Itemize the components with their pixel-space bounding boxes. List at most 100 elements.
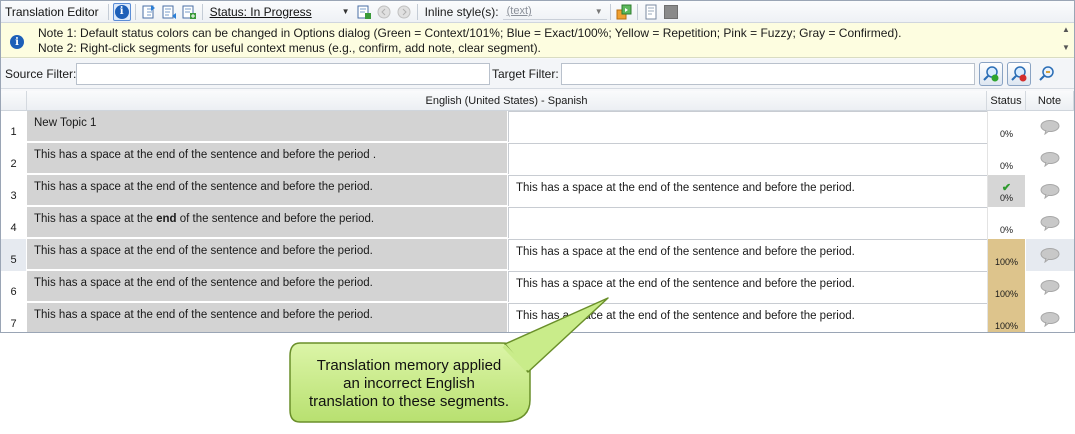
preview-icon bbox=[645, 4, 657, 19]
note-button[interactable] bbox=[1026, 271, 1074, 303]
callout-text: Translation memory applied an incorrect … bbox=[292, 346, 526, 422]
export-button[interactable] bbox=[140, 3, 158, 21]
checkmark-icon: ✔ bbox=[1001, 182, 1012, 194]
note-1: Note 1: Default status colors can be cha… bbox=[38, 26, 902, 40]
toolbar-separator bbox=[416, 3, 418, 20]
inline-styles-label: Inline style(s): bbox=[424, 4, 499, 19]
status-value: 0% bbox=[999, 161, 1013, 171]
info-icon: i bbox=[10, 35, 24, 49]
row-number: 5 bbox=[1, 239, 26, 271]
status-value: 0% bbox=[999, 129, 1013, 139]
status-value: 100% bbox=[994, 257, 1019, 267]
toggle-view-button[interactable] bbox=[662, 3, 680, 21]
toolbar-title: Translation Editor bbox=[5, 4, 99, 19]
inline-styles-dropdown[interactable]: (text) ▼ bbox=[502, 3, 607, 20]
preview-button[interactable] bbox=[642, 3, 660, 21]
target-filter-input[interactable] bbox=[561, 63, 975, 85]
add-segment-icon bbox=[182, 5, 196, 19]
comment-icon bbox=[1040, 216, 1060, 231]
filter-red-icon bbox=[1011, 66, 1027, 82]
row-number: 3 bbox=[1, 175, 26, 207]
add-segment-button[interactable] bbox=[180, 3, 198, 21]
next-segment-button[interactable] bbox=[395, 3, 413, 21]
next-icon bbox=[397, 5, 411, 18]
toolbar-separator bbox=[636, 3, 638, 20]
target-segment[interactable] bbox=[508, 207, 987, 238]
status-value: 100% bbox=[994, 321, 1019, 331]
comment-icon bbox=[1040, 312, 1060, 327]
segment-status: 100% bbox=[987, 303, 1025, 332]
target-filter-label: Target Filter: bbox=[492, 67, 559, 81]
toolbar-separator bbox=[201, 3, 203, 20]
inline-styles-placeholder: (text) bbox=[506, 5, 532, 17]
source-text: New Topic 1 bbox=[34, 117, 97, 129]
segment-row[interactable]: 2 This has a space at the end of the sen… bbox=[1, 143, 1074, 175]
language-pair-header: English (United States) - Spanish bbox=[27, 91, 987, 111]
note-button[interactable] bbox=[1026, 207, 1074, 239]
row-number: 2 bbox=[1, 143, 26, 175]
toolbar-separator bbox=[107, 3, 109, 20]
status-column-header: Status bbox=[987, 91, 1026, 111]
note-button[interactable] bbox=[1026, 111, 1074, 143]
source-segment[interactable]: This has a space at the end of the sente… bbox=[27, 207, 507, 238]
find-button[interactable] bbox=[1035, 62, 1059, 86]
source-text: This has a space at the end of the sente… bbox=[34, 149, 377, 161]
source-segment[interactable]: This has a space at the end of the sente… bbox=[27, 143, 507, 174]
source-segment[interactable]: This has a space at the end of the sente… bbox=[27, 271, 507, 302]
grey-square-icon bbox=[663, 4, 678, 19]
note-button[interactable] bbox=[1026, 175, 1074, 207]
source-text: This has a space at the end of the sente… bbox=[34, 181, 373, 193]
segment-status: ✔ 0% bbox=[987, 175, 1025, 207]
source-filter-label: Source Filter: bbox=[5, 67, 77, 81]
source-segment[interactable]: This has a space at the end of the sente… bbox=[27, 303, 507, 332]
status-value: 0% bbox=[999, 225, 1013, 235]
source-segment[interactable]: New Topic 1 bbox=[27, 111, 507, 142]
target-segment[interactable]: This has a space at the end of the sente… bbox=[508, 303, 987, 332]
clear-filter-button[interactable] bbox=[1007, 62, 1031, 86]
segment-row[interactable]: 1 New Topic 1 0% bbox=[1, 111, 1074, 143]
segment-row[interactable]: 6 This has a space at the end of the sen… bbox=[1, 271, 1074, 303]
source-segment[interactable]: This has a space at the end of the sente… bbox=[27, 175, 507, 206]
row-number: 1 bbox=[1, 111, 26, 143]
source-text: This has a space at the end of the sente… bbox=[34, 245, 373, 257]
source-text: This has a space at the bbox=[34, 213, 157, 225]
target-segment[interactable] bbox=[508, 111, 987, 142]
confirm-segment-icon bbox=[357, 5, 371, 19]
previous-segment-button[interactable] bbox=[375, 3, 393, 21]
note-button[interactable] bbox=[1026, 303, 1074, 332]
note-button[interactable] bbox=[1026, 143, 1074, 175]
note-button[interactable] bbox=[1026, 239, 1074, 271]
search-icon bbox=[1039, 66, 1054, 81]
import-icon bbox=[162, 5, 176, 19]
segment-row[interactable]: 7 This has a space at the end of the sen… bbox=[1, 303, 1074, 332]
segment-row[interactable]: 5 This has a space at the end of the sen… bbox=[1, 239, 1074, 271]
comment-icon bbox=[1040, 152, 1060, 167]
segment-status: 0% bbox=[987, 111, 1025, 143]
target-segment[interactable]: This has a space at the end of the sente… bbox=[508, 239, 987, 270]
source-text: This has a space at the end of the sente… bbox=[34, 309, 373, 321]
comment-icon bbox=[1040, 280, 1060, 295]
target-segment[interactable] bbox=[508, 143, 987, 174]
source-filter-input[interactable] bbox=[76, 63, 490, 85]
source-text: of the sentence and before the period. bbox=[176, 213, 375, 225]
notes-scroll-arrows[interactable]: ▲ ▼ bbox=[1062, 25, 1072, 52]
import-button[interactable] bbox=[160, 3, 178, 21]
segment-row[interactable]: 3 This has a space at the end of the sen… bbox=[1, 175, 1074, 207]
source-segment[interactable]: This has a space at the end of the sente… bbox=[27, 239, 507, 270]
status-dropdown[interactable]: Status: In Progress ▼ bbox=[206, 3, 354, 21]
confirm-segment-button[interactable] bbox=[355, 3, 373, 21]
apply-styles-icon bbox=[616, 4, 632, 19]
row-number: 7 bbox=[1, 303, 26, 332]
target-segment[interactable]: This has a space at the end of the sente… bbox=[508, 175, 987, 206]
export-icon bbox=[142, 4, 155, 18]
segment-row[interactable]: 4 This has a space at the end of the sen… bbox=[1, 207, 1074, 239]
toolbar-separator bbox=[609, 3, 611, 20]
info-toggle-button[interactable]: i bbox=[112, 2, 131, 21]
target-segment[interactable]: This has a space at the end of the sente… bbox=[508, 271, 987, 302]
segment-status: 100% bbox=[987, 239, 1025, 271]
segment-grid: English (United States) - Spanish Status… bbox=[1, 91, 1074, 332]
apply-filter-button[interactable] bbox=[979, 62, 1003, 86]
comment-icon bbox=[1040, 120, 1060, 135]
notes-panel: i Note 1: Default status colors can be c… bbox=[1, 23, 1074, 58]
apply-styles-button[interactable] bbox=[615, 3, 633, 21]
